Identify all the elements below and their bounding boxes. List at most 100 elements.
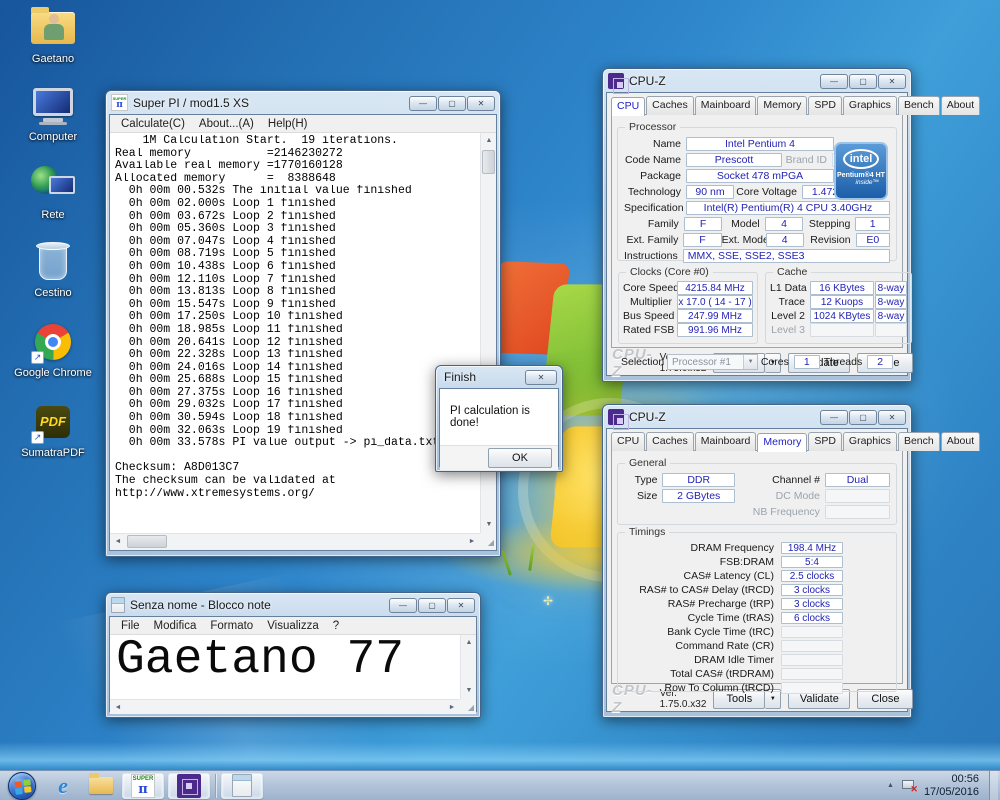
resize-grip[interactable]: ◢ — [460, 699, 476, 714]
network-error-tray-icon[interactable]: ✕ — [900, 779, 916, 793]
tab-graphics[interactable]: Graphics — [843, 432, 897, 451]
field-label: Rated FSB — [623, 324, 677, 336]
minimize-button[interactable]: — — [820, 74, 848, 89]
menu-about[interactable]: About...(A) — [192, 118, 261, 130]
scrollbar-thumb[interactable] — [482, 150, 495, 174]
dram-frequency-value: 198.4 MHz — [781, 542, 843, 554]
minimize-button[interactable]: — — [820, 410, 848, 425]
vertical-scrollbar[interactable]: ▲ ▼ — [460, 635, 476, 699]
window-title: CPU-Z — [629, 410, 666, 424]
field-label: Cores — [758, 356, 794, 368]
tab-bench[interactable]: Bench — [898, 96, 940, 115]
vertical-scrollbar[interactable]: ▲ ▼ — [480, 133, 496, 533]
superpi-titlebar[interactable]: SUPER π Super PI / mod1.5 XS — ▢ ✕ — [109, 91, 497, 114]
notepad-text-area[interactable]: Gaetano 77 ▲ ▼ — [110, 635, 476, 699]
general-groupbox: General Type DDR Channel # Dual Size 2 G… — [617, 463, 897, 525]
desktop-icon-rete[interactable]: Rete — [10, 162, 96, 222]
scroll-up-icon[interactable]: ▲ — [481, 133, 496, 149]
taskbar-ie-button[interactable]: e — [46, 772, 80, 800]
tab-spd[interactable]: SPD — [808, 432, 842, 451]
l2-assoc-value: 8-way — [875, 309, 907, 323]
notepad-titlebar[interactable]: Senza nome - Blocco note — ▢ ✕ — [109, 593, 477, 616]
taskbar-cpuz-button[interactable] — [168, 773, 210, 799]
show-desktop-button[interactable] — [989, 771, 998, 800]
tab-caches[interactable]: Caches — [646, 432, 694, 451]
tab-bench[interactable]: Bench — [898, 432, 940, 451]
field-label: Bus Speed — [623, 310, 677, 322]
taskbar-superpi-button[interactable]: SUPERπ — [122, 773, 164, 799]
tab-cpu[interactable]: CPU — [611, 97, 645, 116]
processor-select[interactable]: Processor #1 ▼ — [667, 354, 758, 370]
close-button[interactable]: ✕ — [878, 74, 906, 89]
menu-visualizza[interactable]: Visualizza — [260, 620, 326, 632]
hidden-icons-chevron-icon[interactable]: ▲ — [881, 782, 900, 789]
taskbar-notepad-button[interactable] — [221, 773, 263, 799]
desktop-icon-gaetano[interactable]: Gaetano — [10, 6, 96, 66]
menu-formato[interactable]: Formato — [203, 620, 260, 632]
desktop-icon-label: Cestino — [10, 287, 96, 300]
tab-mainboard[interactable]: Mainboard — [695, 432, 757, 451]
resize-grip[interactable]: ◢ — [480, 533, 496, 549]
taskbar-explorer-button[interactable] — [84, 772, 118, 800]
tab-about[interactable]: About — [941, 96, 980, 115]
scroll-up-icon[interactable]: ▲ — [461, 635, 476, 651]
close-button[interactable]: ✕ — [525, 370, 557, 385]
tab-graphics[interactable]: Graphics — [843, 96, 897, 115]
start-button[interactable] — [8, 772, 36, 800]
desktop-icon-computer[interactable]: Computer — [10, 84, 96, 144]
desktop-icon-cestino[interactable]: Cestino — [10, 240, 96, 300]
core-speed-value: 4215.84 MHz — [677, 281, 753, 295]
tab-mainboard[interactable]: Mainboard — [695, 96, 757, 115]
ok-button[interactable]: OK — [488, 448, 552, 468]
horizontal-scrollbar[interactable]: ◄ ► — [110, 533, 480, 549]
taskbar: e SUPERπ ▲ ✕ 00:56 17/05/2016 — [0, 770, 1000, 800]
tab-caches[interactable]: Caches — [646, 96, 694, 115]
horizontal-scrollbar[interactable]: ◄ ► ◢ — [110, 699, 476, 714]
minimize-button[interactable]: — — [409, 96, 437, 111]
menu-help[interactable]: Help(H) — [261, 118, 315, 130]
superpi-menubar: Calculate(C) About...(A) Help(H) — [110, 115, 496, 133]
menu-help[interactable]: ? — [326, 620, 346, 632]
menu-modifica[interactable]: Modifica — [147, 620, 204, 632]
finish-titlebar[interactable]: Finish ✕ — [439, 366, 559, 388]
notepad-window: Senza nome - Blocco note — ▢ ✕ File Modi… — [105, 592, 481, 718]
sumatrapdf-icon: PDF ↗ — [29, 400, 77, 444]
scroll-left-icon[interactable]: ◄ — [110, 534, 126, 549]
maximize-button[interactable]: ▢ — [849, 74, 877, 89]
menu-calculate[interactable]: Calculate(C) — [114, 118, 192, 130]
close-button[interactable]: ✕ — [467, 96, 495, 111]
cpuz-titlebar[interactable]: CPU-Z — ▢ ✕ — [606, 69, 908, 92]
scroll-left-icon[interactable]: ◄ — [110, 700, 126, 715]
cpuz-titlebar[interactable]: CPU-Z — ▢ ✕ — [606, 405, 908, 428]
scroll-down-icon[interactable]: ▼ — [481, 517, 496, 533]
desktop-icon-google-chrome[interactable]: ↗ Google Chrome — [10, 320, 96, 380]
window-title: Super PI / mod1.5 XS — [133, 96, 249, 110]
maximize-button[interactable]: ▢ — [438, 96, 466, 111]
maximize-button[interactable]: ▢ — [849, 410, 877, 425]
scroll-right-icon[interactable]: ► — [464, 534, 480, 549]
tras-value: 6 clocks — [781, 612, 843, 624]
close-button[interactable]: ✕ — [447, 598, 475, 613]
scroll-right-icon[interactable]: ► — [444, 700, 460, 715]
shortcut-arrow-icon: ↗ — [31, 351, 44, 364]
tab-about[interactable]: About — [941, 432, 980, 451]
field-label: DRAM Frequency — [624, 542, 774, 554]
tab-memory[interactable]: Memory — [757, 96, 807, 115]
taskbar-clock[interactable]: 00:56 17/05/2016 — [924, 773, 989, 799]
desktop-icon-sumatrapdf[interactable]: PDF ↗ SumatraPDF — [10, 400, 96, 460]
close-button[interactable]: ✕ — [878, 410, 906, 425]
superpi-app-icon: SUPER π — [111, 94, 128, 111]
l2-value: 1024 KBytes — [810, 309, 874, 323]
menu-file[interactable]: File — [114, 620, 147, 632]
maximize-button[interactable]: ▢ — [418, 598, 446, 613]
scroll-down-icon[interactable]: ▼ — [461, 683, 476, 699]
scrollbar-thumb[interactable] — [127, 535, 167, 548]
minimize-button[interactable]: — — [389, 598, 417, 613]
fsb-dram-value: 5:4 — [781, 556, 843, 568]
field-label: Specification — [624, 202, 686, 214]
output-line: 0h 00m 07.047s Loop 4 finished — [115, 236, 478, 249]
tab-spd[interactable]: SPD — [808, 96, 842, 115]
tab-memory[interactable]: Memory — [757, 433, 807, 452]
notepad-app-icon — [111, 597, 125, 613]
tab-cpu[interactable]: CPU — [611, 432, 645, 451]
